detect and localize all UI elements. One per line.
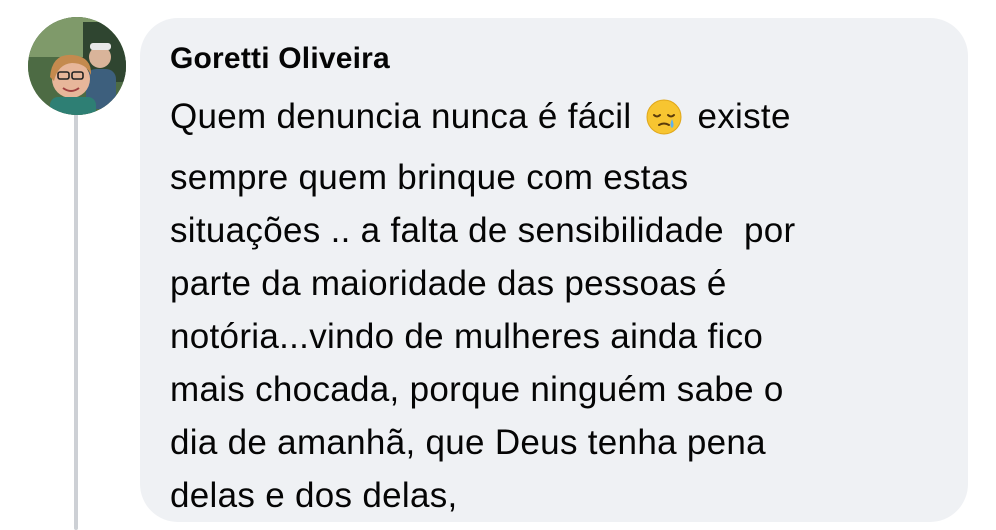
comment-line: notória...vindo de mulheres ainda fico	[170, 317, 764, 356]
comment-text: Quem denuncia nunca é fácil existe sempr…	[170, 90, 950, 522]
reply-thread-line	[74, 112, 78, 530]
profile-photo	[28, 17, 126, 115]
comment-line: situações .. a falta de sensibilidade po…	[170, 211, 796, 250]
avatar[interactable]	[28, 17, 126, 115]
comment-line: delas e dos delas,	[170, 476, 458, 515]
comment-line: dia de amanhã, que Deus tenha pena	[170, 423, 766, 462]
comment-line: sempre quem brinque com estas	[170, 158, 689, 197]
comment-author[interactable]: Goretti Oliveira	[170, 42, 390, 76]
comment-line: parte da maioridade das pessoas é	[170, 264, 727, 303]
comment-bubble: Goretti Oliveira Quem denuncia nunca é f…	[140, 18, 968, 522]
crying-face-emoji-icon	[645, 98, 683, 151]
comment-line-text: existe	[687, 97, 791, 136]
comment-line: Quem denuncia nunca é fácil existe	[170, 90, 950, 151]
comment-line-text: Quem denuncia nunca é fácil	[170, 97, 642, 136]
comment-line: mais chocada, porque ninguém sabe o	[170, 370, 784, 409]
